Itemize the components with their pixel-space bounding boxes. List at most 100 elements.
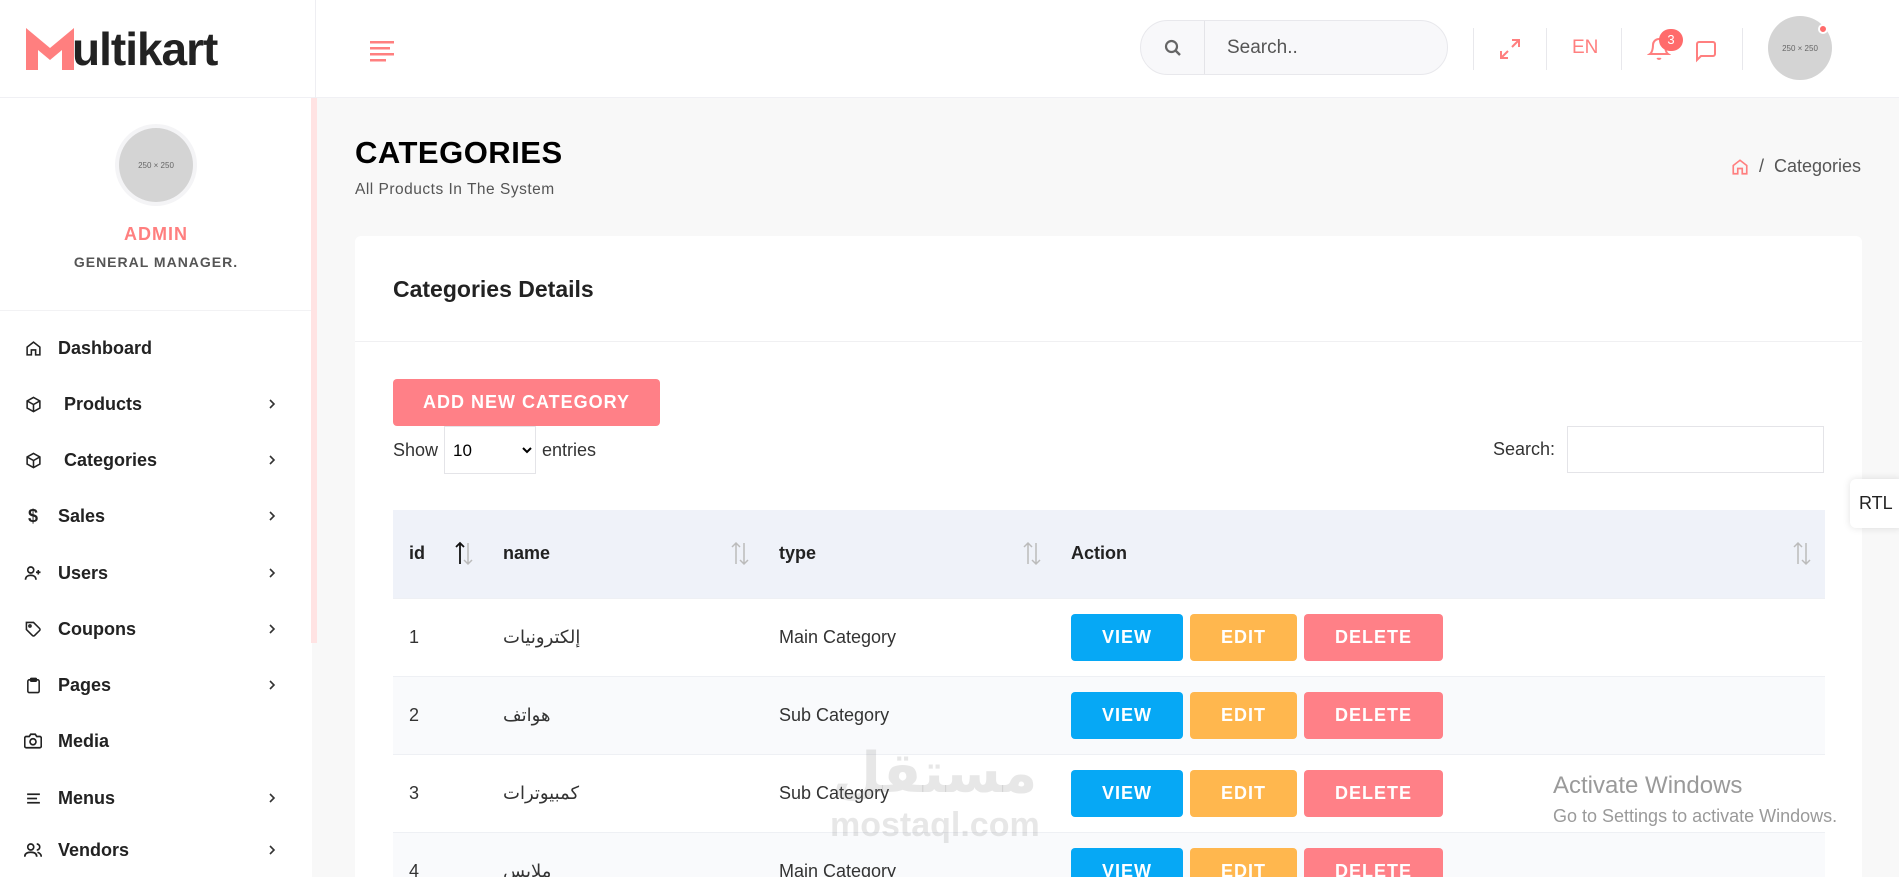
sidebar-item-label: Users <box>58 562 109 583</box>
watermark: مستقل mostaql.com <box>830 740 1040 845</box>
tag-icon <box>24 620 42 638</box>
table-row: 2 هواتف Sub Category VIEW EDIT DELETE <box>393 675 1825 754</box>
sort-icon <box>1023 541 1041 566</box>
cell-name: كمبيوترات <box>487 753 763 832</box>
top-header: ultikart EN 3 250 × 250 <box>0 0 1899 98</box>
clipboard-icon <box>24 676 42 694</box>
table-search-label: Search: <box>1492 439 1555 459</box>
sidebar-profile: 250 × 250 ADMIN GENERAL MANAGER. <box>0 98 312 311</box>
sidebar-item-sales[interactable]: $ Sales <box>0 496 312 536</box>
sidebar-item-coupons[interactable]: Coupons <box>0 609 312 649</box>
profile-avatar[interactable]: 250 × 250 <box>119 128 193 202</box>
fullscreen-icon[interactable] <box>1495 34 1525 64</box>
sidebar-item-dashboard[interactable]: Dashboard <box>0 328 312 368</box>
header-search-input[interactable] <box>1205 36 1435 59</box>
windows-activation-notice: Activate Windows Go to Settings to activ… <box>1553 772 1837 827</box>
sidebar-item-menus[interactable]: Menus <box>0 778 312 818</box>
profile-name: ADMIN <box>124 224 188 244</box>
edit-button[interactable]: EDIT <box>1190 613 1298 661</box>
sort-asc-icon <box>455 541 473 566</box>
edit-button[interactable]: EDIT <box>1190 691 1298 739</box>
sidebar-item-categories[interactable]: Categories <box>0 440 312 480</box>
box-icon <box>24 395 42 413</box>
table-search-input[interactable] <box>1567 426 1824 473</box>
delete-button[interactable]: DELETE <box>1304 769 1444 817</box>
cell-id: 3 <box>393 753 487 832</box>
home-icon <box>24 339 42 357</box>
cell-name: إلكترونيات <box>487 597 763 676</box>
edit-button[interactable]: EDIT <box>1190 769 1298 817</box>
table-row: 4 ملابس Main Category VIEW EDIT DELETE <box>393 831 1825 877</box>
sort-icon <box>731 541 749 566</box>
chevron-right-icon <box>269 624 276 634</box>
chevron-right-icon <box>269 845 276 855</box>
page-subtitle: All Products In The System <box>355 181 555 198</box>
edit-button[interactable]: EDIT <box>1190 847 1298 877</box>
camera-icon <box>24 732 42 750</box>
menu-toggle-icon[interactable] <box>368 36 398 64</box>
message-icon[interactable] <box>1691 36 1721 66</box>
sidebar-item-label: Coupons <box>58 618 136 639</box>
logo-m-icon <box>26 28 74 70</box>
menu-icon <box>24 789 42 807</box>
search-icon[interactable] <box>1141 21 1205 74</box>
logo[interactable]: ultikart <box>0 0 316 98</box>
view-button[interactable]: VIEW <box>1071 613 1183 661</box>
chevron-right-icon <box>269 793 276 803</box>
cell-name: ملابس <box>487 831 763 877</box>
sidebar-item-media[interactable]: Media <box>0 721 312 761</box>
sort-icon <box>1793 541 1811 566</box>
activation-title: Activate Windows <box>1553 772 1743 799</box>
logo-text: ultikart <box>72 23 218 75</box>
entries-select[interactable]: 10 <box>444 426 537 474</box>
column-header-label: name <box>503 543 551 564</box>
header-divider <box>1546 28 1547 70</box>
sidebar-item-label: Menus <box>58 787 116 808</box>
column-header-label: id <box>409 543 425 564</box>
activation-subtitle: Go to Settings to activate Windows. <box>1553 806 1838 826</box>
column-header-id[interactable]: id <box>393 510 487 598</box>
view-button[interactable]: VIEW <box>1071 769 1183 817</box>
header-divider <box>1473 28 1474 70</box>
cell-id: 1 <box>393 597 487 676</box>
header-search <box>1140 20 1448 75</box>
language-selector[interactable]: EN <box>1572 37 1598 59</box>
column-header-type[interactable]: type <box>763 510 1055 598</box>
chevron-right-icon <box>269 568 276 578</box>
sidebar-item-pages[interactable]: Pages <box>0 665 312 705</box>
sidebar: 250 × 250 ADMIN GENERAL MANAGER. Dashboa… <box>0 98 312 877</box>
sidebar-item-products[interactable]: Products <box>0 384 312 424</box>
sidebar-item-users[interactable]: Users <box>0 553 312 593</box>
online-status-dot <box>1818 24 1828 34</box>
view-button[interactable]: VIEW <box>1071 847 1183 877</box>
sidebar-item-label: Categories <box>64 449 158 470</box>
sidebar-item-label: Vendors <box>58 839 130 860</box>
table-search: Search: <box>1493 426 1824 473</box>
chevron-right-icon <box>269 399 276 409</box>
delete-button[interactable]: DELETE <box>1304 613 1444 661</box>
add-new-category-button[interactable]: ADD NEW CATEGORY <box>393 379 660 426</box>
page-title: CATEGORIES <box>355 135 563 170</box>
entries-label: entries <box>542 439 597 460</box>
column-header-name[interactable]: name <box>487 510 763 598</box>
cell-id: 2 <box>393 675 487 754</box>
watermark-url: mostaql.com <box>830 806 1040 844</box>
home-icon[interactable] <box>1731 158 1749 176</box>
chevron-right-icon <box>269 680 276 690</box>
chevron-right-icon <box>269 511 276 521</box>
sidebar-item-label: Dashboard <box>58 337 153 358</box>
sidebar-item-label: Pages <box>58 674 112 695</box>
sidebar-item-vendors[interactable]: Vendors <box>0 830 312 870</box>
profile-role: GENERAL MANAGER. <box>73 254 239 270</box>
users-icon <box>24 841 42 859</box>
breadcrumb-current: Categories <box>1773 156 1861 176</box>
rtl-toggle[interactable]: RTL <box>1850 479 1899 528</box>
sidebar-scrollbar[interactable] <box>311 98 317 643</box>
delete-button[interactable]: DELETE <box>1304 691 1444 739</box>
cell-actions: VIEW EDIT DELETE <box>1055 597 1825 676</box>
view-button[interactable]: VIEW <box>1071 691 1183 739</box>
delete-button[interactable]: DELETE <box>1304 847 1444 877</box>
sidebar-item-label: Products <box>64 393 143 414</box>
column-header-action[interactable]: Action <box>1055 510 1825 598</box>
column-header-label: type <box>779 543 817 564</box>
